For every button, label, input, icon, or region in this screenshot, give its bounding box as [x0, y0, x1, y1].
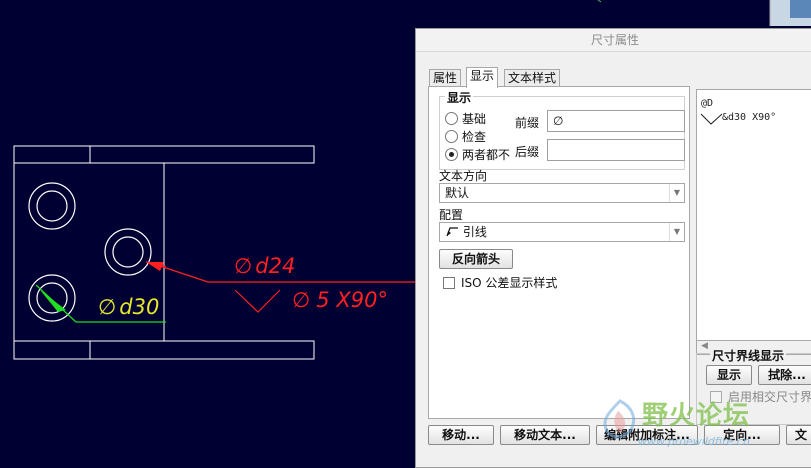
- prefix-input[interactable]: ∅: [547, 110, 685, 132]
- config-value: 引线: [462, 225, 487, 239]
- radio-basic[interactable]: [445, 112, 458, 125]
- iso-tolerance-checkbox[interactable]: [443, 277, 455, 289]
- config-select[interactable]: 引线 ▼: [439, 222, 685, 242]
- text-direction-select[interactable]: 默认 ▼: [439, 183, 685, 203]
- tab-display[interactable]: 显示: [466, 67, 499, 88]
- tab-properties[interactable]: 属性: [429, 69, 462, 87]
- dimension-text-editor[interactable]: @D &d30 X90°: [696, 89, 811, 341]
- leader-config-icon: [446, 227, 458, 237]
- config-label: 配置: [439, 208, 464, 222]
- radio-basic-label[interactable]: 基础: [462, 110, 486, 127]
- forum-watermark: 野火论坛 www.proewildfire.cn: [598, 393, 811, 460]
- display-tab-panel: 显示 基础 检查 两者都不 前缀 ∅ 后缀 文本方向 默认 ▼ 配置 引线 ▼ …: [428, 86, 690, 419]
- watermark-title: 野火论坛: [642, 401, 751, 431]
- dialog-title: 尺寸属性: [416, 29, 811, 52]
- flip-arrows-button[interactable]: 反向箭头: [439, 249, 513, 269]
- text-direction-label: 文本方向: [439, 169, 488, 183]
- display-group-title: 显示: [445, 89, 474, 106]
- text-line-1: @D: [701, 98, 714, 109]
- dimension-chamfer[interactable]: ∅ 5 X90°: [292, 288, 388, 312]
- move-button[interactable]: 移动...: [428, 425, 494, 445]
- text-line-2: &d30 X90°: [722, 112, 777, 123]
- chevron-down-icon: ▼: [669, 184, 684, 202]
- flame-logo-icon: [603, 399, 636, 439]
- suffix-input[interactable]: [547, 139, 685, 161]
- witness-erase-button[interactable]: 拭除...: [758, 365, 811, 385]
- move-text-button[interactable]: 移动文本...: [500, 425, 590, 445]
- text-direction-value: 默认: [445, 186, 470, 200]
- tab-text-style[interactable]: 文本样式: [504, 69, 561, 87]
- dimension-d30[interactable]: ∅ d30: [98, 295, 159, 319]
- scroll-left-icon: ◀: [701, 341, 708, 351]
- radio-neither[interactable]: [445, 148, 458, 161]
- chamfer-symbol-icon: [700, 113, 723, 125]
- radio-neither-label[interactable]: 两者都不: [462, 146, 510, 163]
- radio-inspection-label[interactable]: 检查: [462, 128, 486, 145]
- radio-inspection[interactable]: [445, 130, 458, 143]
- chevron-down-icon: ▼: [669, 223, 684, 241]
- dimension-d24[interactable]: ∅ d24: [234, 254, 295, 278]
- suffix-label: 后缀: [515, 145, 540, 159]
- witness-show-button[interactable]: 显示: [706, 365, 752, 385]
- prefix-label: 前缀: [515, 116, 540, 130]
- watermark-url: www.proewildfire.cn: [638, 435, 750, 448]
- witness-group-title: 尺寸界线显示: [710, 347, 787, 364]
- iso-tolerance-label[interactable]: ISO 公差显示样式: [461, 274, 557, 291]
